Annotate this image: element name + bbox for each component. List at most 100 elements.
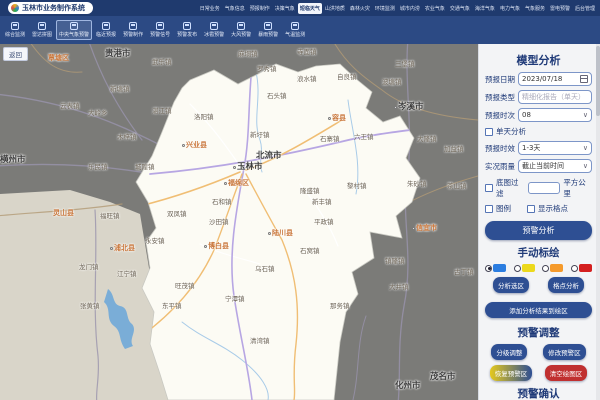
basemap-filter-label: 底图过滤 (496, 177, 525, 199)
map-label-town: 沙田镇 (209, 219, 229, 226)
tab-5[interactable]: 预警信号 (147, 20, 173, 40)
place-marker-icon (224, 182, 227, 185)
sidebar-scrollbar[interactable] (596, 44, 600, 400)
nav-item-5[interactable]: 山洪地质 (323, 3, 347, 14)
map-label-town: 城隍镇 (135, 164, 155, 171)
nav-item-9[interactable]: 农业气象 (423, 3, 447, 14)
map-label-town: 石头镇 (267, 93, 287, 100)
tab-9[interactable]: 暴雨预警 (255, 20, 281, 40)
tab-0[interactable]: 综合监测 (2, 20, 28, 40)
grid-analysis-button[interactable]: 格点分析 (548, 277, 584, 293)
calendar-icon[interactable] (580, 75, 588, 83)
nav-item-11[interactable]: 海洋气象 (473, 3, 497, 14)
map-label-county: 容县 (328, 115, 346, 122)
map-label-town: 六王镇 (354, 134, 374, 141)
color-radio-0[interactable] (485, 264, 506, 272)
radio-icon[interactable] (514, 265, 521, 272)
forecast-date-value: 2023/07/18 (522, 75, 580, 83)
nav-item-7[interactable]: 环境监测 (373, 3, 397, 14)
tab-7[interactable]: 冰雹预警 (201, 20, 227, 40)
tab-label: 暴雨预警 (258, 31, 278, 38)
tab-4[interactable]: 预警制作 (120, 20, 146, 40)
map-label-town: 罗秀镇 (257, 66, 277, 73)
color-swatch (493, 264, 506, 272)
radio-icon[interactable] (485, 265, 492, 272)
validity-value: 1-3天 (522, 143, 583, 153)
map-label-county: 兴业县 (182, 142, 207, 149)
tab-label: 中央气象预警 (59, 31, 89, 38)
map-label-city: 北流市 (256, 152, 282, 161)
radio-icon[interactable] (542, 265, 549, 272)
nav-item-0[interactable]: 日常业务 (198, 3, 222, 14)
tab-6[interactable]: 预警发布 (174, 20, 200, 40)
map-label-town: 乐民镇 (88, 164, 108, 171)
place-marker-icon (268, 232, 271, 235)
nav-item-8[interactable]: 城市内涝 (398, 3, 422, 14)
nav-item-4[interactable]: 短临天气 (298, 3, 322, 14)
area-unit-label: 平方公里 (563, 177, 592, 199)
place-marker-icon (394, 106, 397, 109)
tab-label: 预警信号 (150, 31, 170, 38)
chevron-down-icon: ∨ (583, 144, 588, 152)
map-label-county: 灵山县 (53, 210, 74, 217)
nav-item-10[interactable]: 交通气象 (448, 3, 472, 14)
back-button[interactable]: 返回 (3, 47, 28, 61)
forecast-time-select[interactable]: 08 ∨ (518, 108, 592, 122)
map-label-county: 信宜市 (412, 225, 437, 232)
validity-select[interactable]: 1-3天 ∨ (518, 141, 592, 155)
color-radio-1[interactable] (514, 264, 535, 272)
tab-label: 临近预报 (96, 31, 116, 38)
app-window: 玉林市业务制作系统 日常业务气象信息预报制作决策气象短临天气山洪地质森林火灾环境… (0, 0, 600, 400)
nav-item-13[interactable]: 气象服务 (523, 3, 547, 14)
level-adjust-button[interactable]: 分级调整 (491, 344, 527, 360)
grid-checkbox[interactable] (527, 205, 535, 213)
map-label-town: 隆盛镇 (300, 188, 320, 195)
modify-warning-area-button[interactable]: 修改预警区 (543, 344, 586, 360)
map-base (0, 44, 478, 400)
nav-item-3[interactable]: 决策气象 (273, 3, 297, 14)
nav-item-15[interactable]: 后台管理 (573, 3, 597, 14)
radio-icon[interactable] (571, 265, 578, 272)
map-label-town: 大隆镇 (417, 136, 437, 143)
color-radio-2[interactable] (542, 264, 563, 272)
add-result-button[interactable]: 添加分析结果到绘区 (485, 302, 592, 318)
validity-row: 预报时效 1-3天 ∨ (485, 141, 592, 155)
map-label-town: 三堡镇 (395, 61, 415, 68)
nav-item-1[interactable]: 气象信息 (223, 3, 247, 14)
basemap-filter-checkbox[interactable] (485, 184, 493, 192)
scrollbar-thumb[interactable] (596, 46, 600, 116)
nav-item-2[interactable]: 预报制作 (248, 3, 272, 14)
warning-analysis-button[interactable]: 预警分析 (485, 221, 592, 240)
single-day-checkbox[interactable] (485, 128, 493, 136)
map-label-city: 化州市 (395, 382, 421, 391)
legend-checkbox[interactable] (485, 205, 493, 213)
map-label-county: 覃塘区 (48, 55, 69, 62)
map-canvas[interactable]: 贵港市玉林市北流市岑溪市茂名市化州市横州市覃塘区兴业县容县福绵区陆川县博白县浦北… (0, 44, 478, 400)
forecast-type-field[interactable] (518, 90, 592, 104)
tab-3[interactable]: 临近预报 (93, 20, 119, 40)
map-label-city: 贵港市 (105, 50, 131, 59)
color-swatch (579, 264, 592, 272)
forecast-type-input[interactable] (522, 93, 588, 101)
map-label-town: 清湾镇 (250, 338, 270, 345)
restore-warning-area-button[interactable]: 恢复预警区 (490, 365, 533, 381)
nav-item-14[interactable]: 雷电预警 (548, 3, 572, 14)
map-label-town: 波塘镇 (382, 79, 402, 86)
logo-icon (11, 4, 19, 12)
nav-item-6[interactable]: 森林火灾 (348, 3, 372, 14)
nav-item-12[interactable]: 电力气象 (498, 3, 522, 14)
analyze-selection-button[interactable]: 分析选区 (493, 277, 529, 293)
tab-icon (264, 22, 272, 30)
tab-8[interactable]: 大风预警 (228, 20, 254, 40)
tab-2[interactable]: 中央气象预警 (56, 20, 92, 40)
map-label-town: 旺茂镇 (175, 283, 195, 290)
color-radio-3[interactable] (571, 264, 592, 272)
map-label-county: 陆川县 (268, 230, 293, 237)
tab-1[interactable]: 雷达拼图 (29, 20, 55, 40)
forecast-date-field[interactable]: 2023/07/18 (518, 72, 592, 86)
single-day-row: 单天分析 (485, 126, 592, 137)
clear-drawing-area-button[interactable]: 清空绘图区 (545, 365, 588, 381)
tab-10[interactable]: 气温监测 (282, 20, 308, 40)
rainfall-select[interactable]: 截止当前时间 ∨ (518, 159, 592, 173)
area-input[interactable] (528, 182, 561, 194)
